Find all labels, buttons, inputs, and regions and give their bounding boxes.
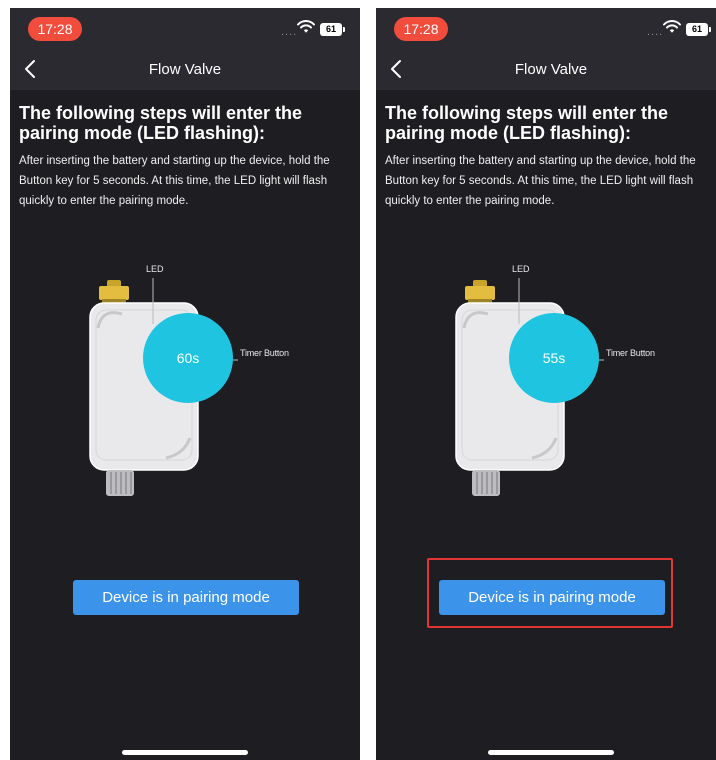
countdown-timer: 55s xyxy=(509,313,599,403)
nav-bar: Flow Valve xyxy=(376,50,716,90)
instruction-description: After inserting the battery and starting… xyxy=(19,155,330,207)
phone-screen-2: 17:28 .... 61 Flow Valve The following s… xyxy=(376,8,716,760)
led-label: LED xyxy=(146,264,164,274)
instruction-heading: The following steps will enter the pairi… xyxy=(385,103,669,143)
pairing-mode-button[interactable]: Device is in pairing mode xyxy=(73,580,299,615)
instruction-heading: The following steps will enter the pairi… xyxy=(19,103,303,143)
wifi-icon xyxy=(663,20,681,33)
home-indicator[interactable] xyxy=(488,750,614,755)
instruction-description: After inserting the battery and starting… xyxy=(385,155,696,207)
page-title: Flow Valve xyxy=(514,61,588,78)
status-time: 17:28 xyxy=(394,17,448,41)
status-bar: 17:28 .... 61 xyxy=(10,8,360,50)
page-title: Flow Valve xyxy=(148,61,222,78)
led-label: LED xyxy=(512,264,530,274)
countdown-timer: 60s xyxy=(143,313,233,403)
pairing-mode-button[interactable]: Device is in pairing mode xyxy=(439,580,665,615)
status-bar: 17:28 .... 61 xyxy=(376,8,716,50)
cellular-signal-icon: .... xyxy=(647,26,664,38)
home-indicator[interactable] xyxy=(122,750,248,755)
timer-button-label: Timer Button xyxy=(606,348,655,358)
cellular-signal-icon: .... xyxy=(281,26,298,38)
phone-screen-1: 17:28 .... 61 Flow Valve The following s… xyxy=(10,8,360,760)
wifi-icon xyxy=(297,20,315,33)
timer-button-label: Timer Button xyxy=(240,348,289,358)
battery-icon: 61 xyxy=(686,23,711,36)
battery-icon: 61 xyxy=(320,23,345,36)
status-time: 17:28 xyxy=(28,17,82,41)
nav-bar: Flow Valve xyxy=(10,50,360,90)
